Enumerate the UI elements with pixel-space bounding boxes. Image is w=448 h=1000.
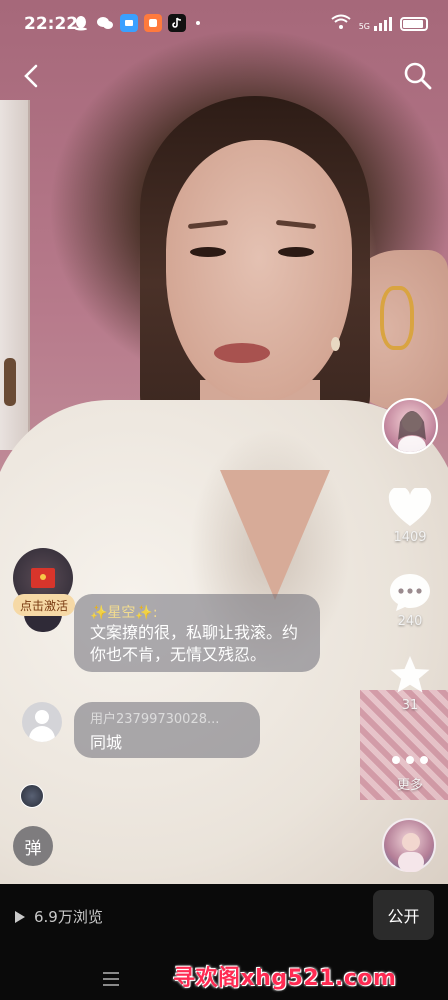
search-button[interactable] (398, 56, 438, 96)
menu-icon[interactable] (103, 972, 119, 990)
comment-text: 同城 (90, 733, 123, 752)
comment-author: ✨星空✨: (90, 605, 158, 621)
comment-button[interactable]: 240 (380, 572, 440, 629)
back-button[interactable] (12, 56, 52, 96)
like-button[interactable]: 1409 (380, 488, 440, 545)
play-icon (15, 910, 25, 923)
more-label: 更多 (396, 778, 423, 793)
wechat-icon (96, 14, 114, 32)
face (166, 140, 352, 402)
network-type: 5G (358, 21, 370, 31)
viewer-avatar[interactable] (20, 784, 44, 808)
signal-icon: 5G (358, 16, 392, 31)
battery-icon (400, 16, 428, 31)
favorite-button[interactable]: 31 (380, 654, 440, 713)
default-avatar-body (29, 726, 55, 742)
lips (214, 343, 270, 363)
left-eye (190, 247, 226, 257)
right-eye (278, 247, 314, 257)
chevron-left-icon (24, 64, 38, 88)
red-envelope-base (24, 614, 62, 632)
avatar-photo-small (398, 833, 424, 872)
more-button[interactable]: 更多 (380, 748, 440, 793)
view-count: 6.9万浏览 (14, 906, 103, 927)
wifi-icon (331, 14, 351, 33)
comment-count: 240 (397, 614, 423, 629)
comment-text: 文案撩的很，私聊让我滚。约你也不肯，无情又残忍。 (90, 623, 299, 664)
watermark: 寻欢阁xhg521.com (173, 966, 397, 991)
public-button[interactable]: 公开 (373, 890, 434, 940)
like-count: 1409 (393, 530, 427, 545)
more-dots-icon (392, 756, 428, 764)
heart-icon (388, 488, 432, 526)
default-avatar-head (35, 710, 49, 724)
qq-icon (72, 14, 90, 32)
door (0, 100, 30, 450)
comment-bubble[interactable]: ✨星空✨: 文案撩的很，私聊让我滚。约你也不肯，无情又残忍。 (74, 594, 320, 672)
commenter-avatar[interactable] (22, 702, 62, 742)
music-disc-avatar[interactable] (382, 818, 436, 872)
red-envelope-widget[interactable]: 点击激活 (13, 548, 75, 632)
favorite-count: 31 (401, 698, 419, 713)
comment-bubble[interactable]: 用户23799730028... 同城 (74, 702, 260, 758)
app-icon-2 (144, 14, 162, 32)
danmu-button[interactable]: 弹 (13, 826, 53, 866)
notification-icons (72, 14, 200, 32)
author-avatar[interactable] (382, 398, 438, 454)
activate-label: 点击激活 (13, 594, 75, 616)
red-envelope-icon (31, 568, 55, 588)
view-count-text: 6.9万浏览 (34, 908, 103, 926)
bracelet (380, 286, 414, 350)
app-icon (120, 14, 138, 32)
comment-icon (390, 574, 430, 611)
earring (331, 337, 340, 351)
search-icon (404, 62, 432, 90)
comment-author: 用户23799730028... (90, 712, 220, 727)
star-icon (390, 656, 430, 693)
more-notifications-icon (196, 21, 200, 25)
bottom-bar: 6.9万浏览 公开 寻欢阁xhg521.com (0, 884, 448, 1000)
door-handle (4, 358, 16, 406)
status-time: 22:22 (24, 14, 79, 34)
status-bar: 22:22 5G (0, 0, 448, 50)
system-icons: 5G (331, 14, 428, 33)
tiktok-icon (168, 14, 186, 32)
